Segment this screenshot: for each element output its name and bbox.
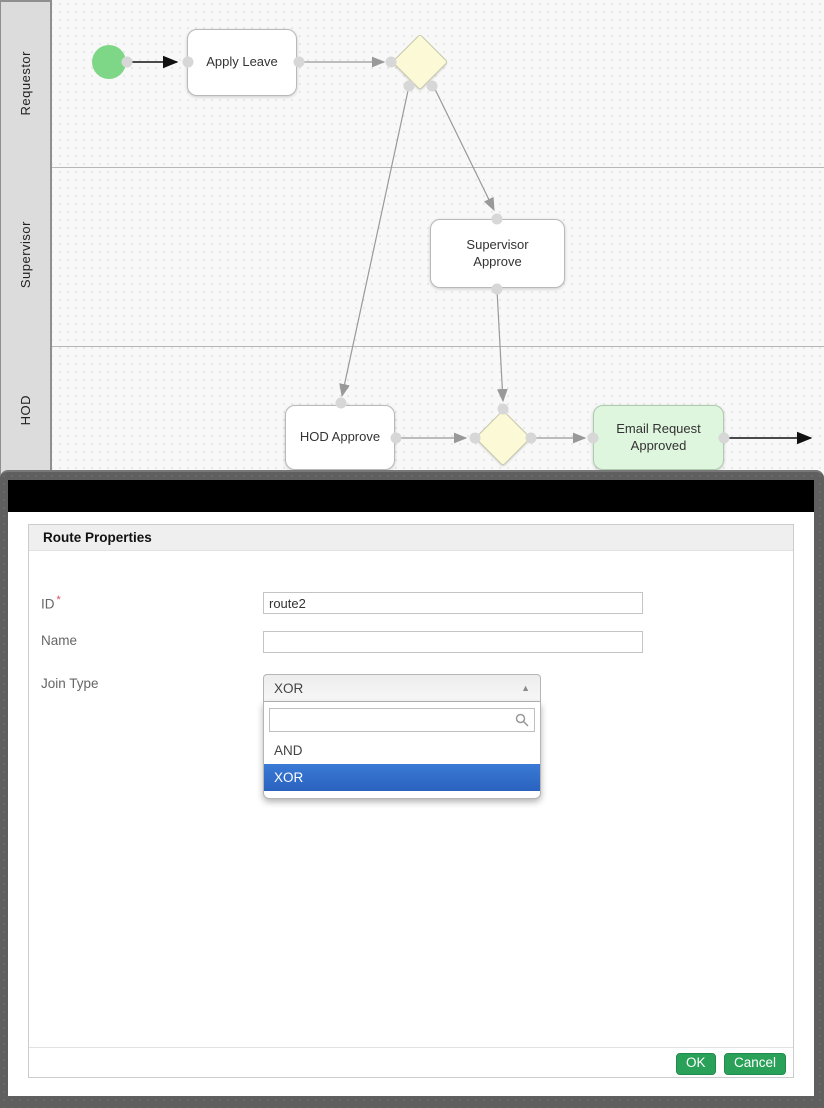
task-apply-leave[interactable]: Apply Leave <box>187 29 297 96</box>
join-type-label: Join Type <box>41 676 261 691</box>
lane-hod[interactable]: HOD <box>0 344 52 478</box>
task-hod-approve[interactable]: HOD Approve <box>285 405 395 470</box>
chevron-up-icon: ▲ <box>521 683 530 693</box>
task-supervisor-approve[interactable]: Supervisor Approve <box>430 219 565 288</box>
join-type-dropdown: XOR ▲ AND XOR <box>263 674 541 799</box>
gateway-route2[interactable] <box>475 410 532 467</box>
name-label: Name <box>41 633 261 648</box>
dialog-frame: Route Properties ID* Name Join Type <box>0 470 824 1108</box>
join-type-dropdown-button[interactable]: XOR ▲ <box>263 674 541 702</box>
route-properties-dialog: Route Properties ID* Name Join Type <box>8 480 814 1096</box>
lane-hod-label: HOD <box>18 395 33 425</box>
join-type-selected-value: XOR <box>274 681 521 696</box>
id-input[interactable] <box>263 592 643 614</box>
lane-divider <box>52 346 824 347</box>
dropdown-option-and[interactable]: AND <box>264 737 540 764</box>
route-properties-panel: Route Properties ID* Name Join Type <box>28 524 794 1078</box>
lane-requestor-label: Requestor <box>18 51 33 115</box>
dropdown-search-wrap <box>269 708 535 732</box>
panel-title: Route Properties <box>29 525 793 551</box>
dialog-footer: OK Cancel <box>29 1047 793 1077</box>
task-supervisor-approve-label-line1: Supervisor <box>466 237 528 253</box>
dialog-titlebar <box>8 480 814 512</box>
workflow-canvas[interactable]: Requestor Supervisor HOD Apply Leave Sup… <box>0 0 824 478</box>
task-email-request-approved[interactable]: Email Request Approved <box>593 405 724 470</box>
lane-requestor[interactable]: Requestor <box>0 0 52 167</box>
lane-divider <box>52 167 824 168</box>
join-type-dropdown-panel: AND XOR <box>263 702 541 799</box>
ok-button[interactable]: OK <box>676 1053 716 1075</box>
app-window: Requestor Supervisor HOD Apply Leave Sup… <box>0 0 824 1108</box>
required-marker: * <box>57 594 61 606</box>
start-event-node[interactable] <box>92 45 126 79</box>
gateway-route1[interactable] <box>392 34 449 91</box>
task-supervisor-approve-label-line2: Approve <box>473 254 521 270</box>
lane-supervisor-label: Supervisor <box>18 221 33 288</box>
dropdown-option-xor[interactable]: XOR <box>264 764 540 791</box>
task-hod-approve-label: HOD Approve <box>300 429 380 445</box>
dropdown-search-input[interactable] <box>269 708 535 732</box>
lane-supervisor[interactable]: Supervisor <box>0 165 52 346</box>
task-email-label-line1: Email Request <box>616 421 701 437</box>
task-email-label-line2: Approved <box>631 438 687 454</box>
task-apply-leave-label: Apply Leave <box>206 54 278 70</box>
name-input[interactable] <box>263 631 643 653</box>
search-icon <box>515 713 529 727</box>
id-label: ID* <box>41 594 261 612</box>
cancel-button[interactable]: Cancel <box>724 1053 786 1075</box>
